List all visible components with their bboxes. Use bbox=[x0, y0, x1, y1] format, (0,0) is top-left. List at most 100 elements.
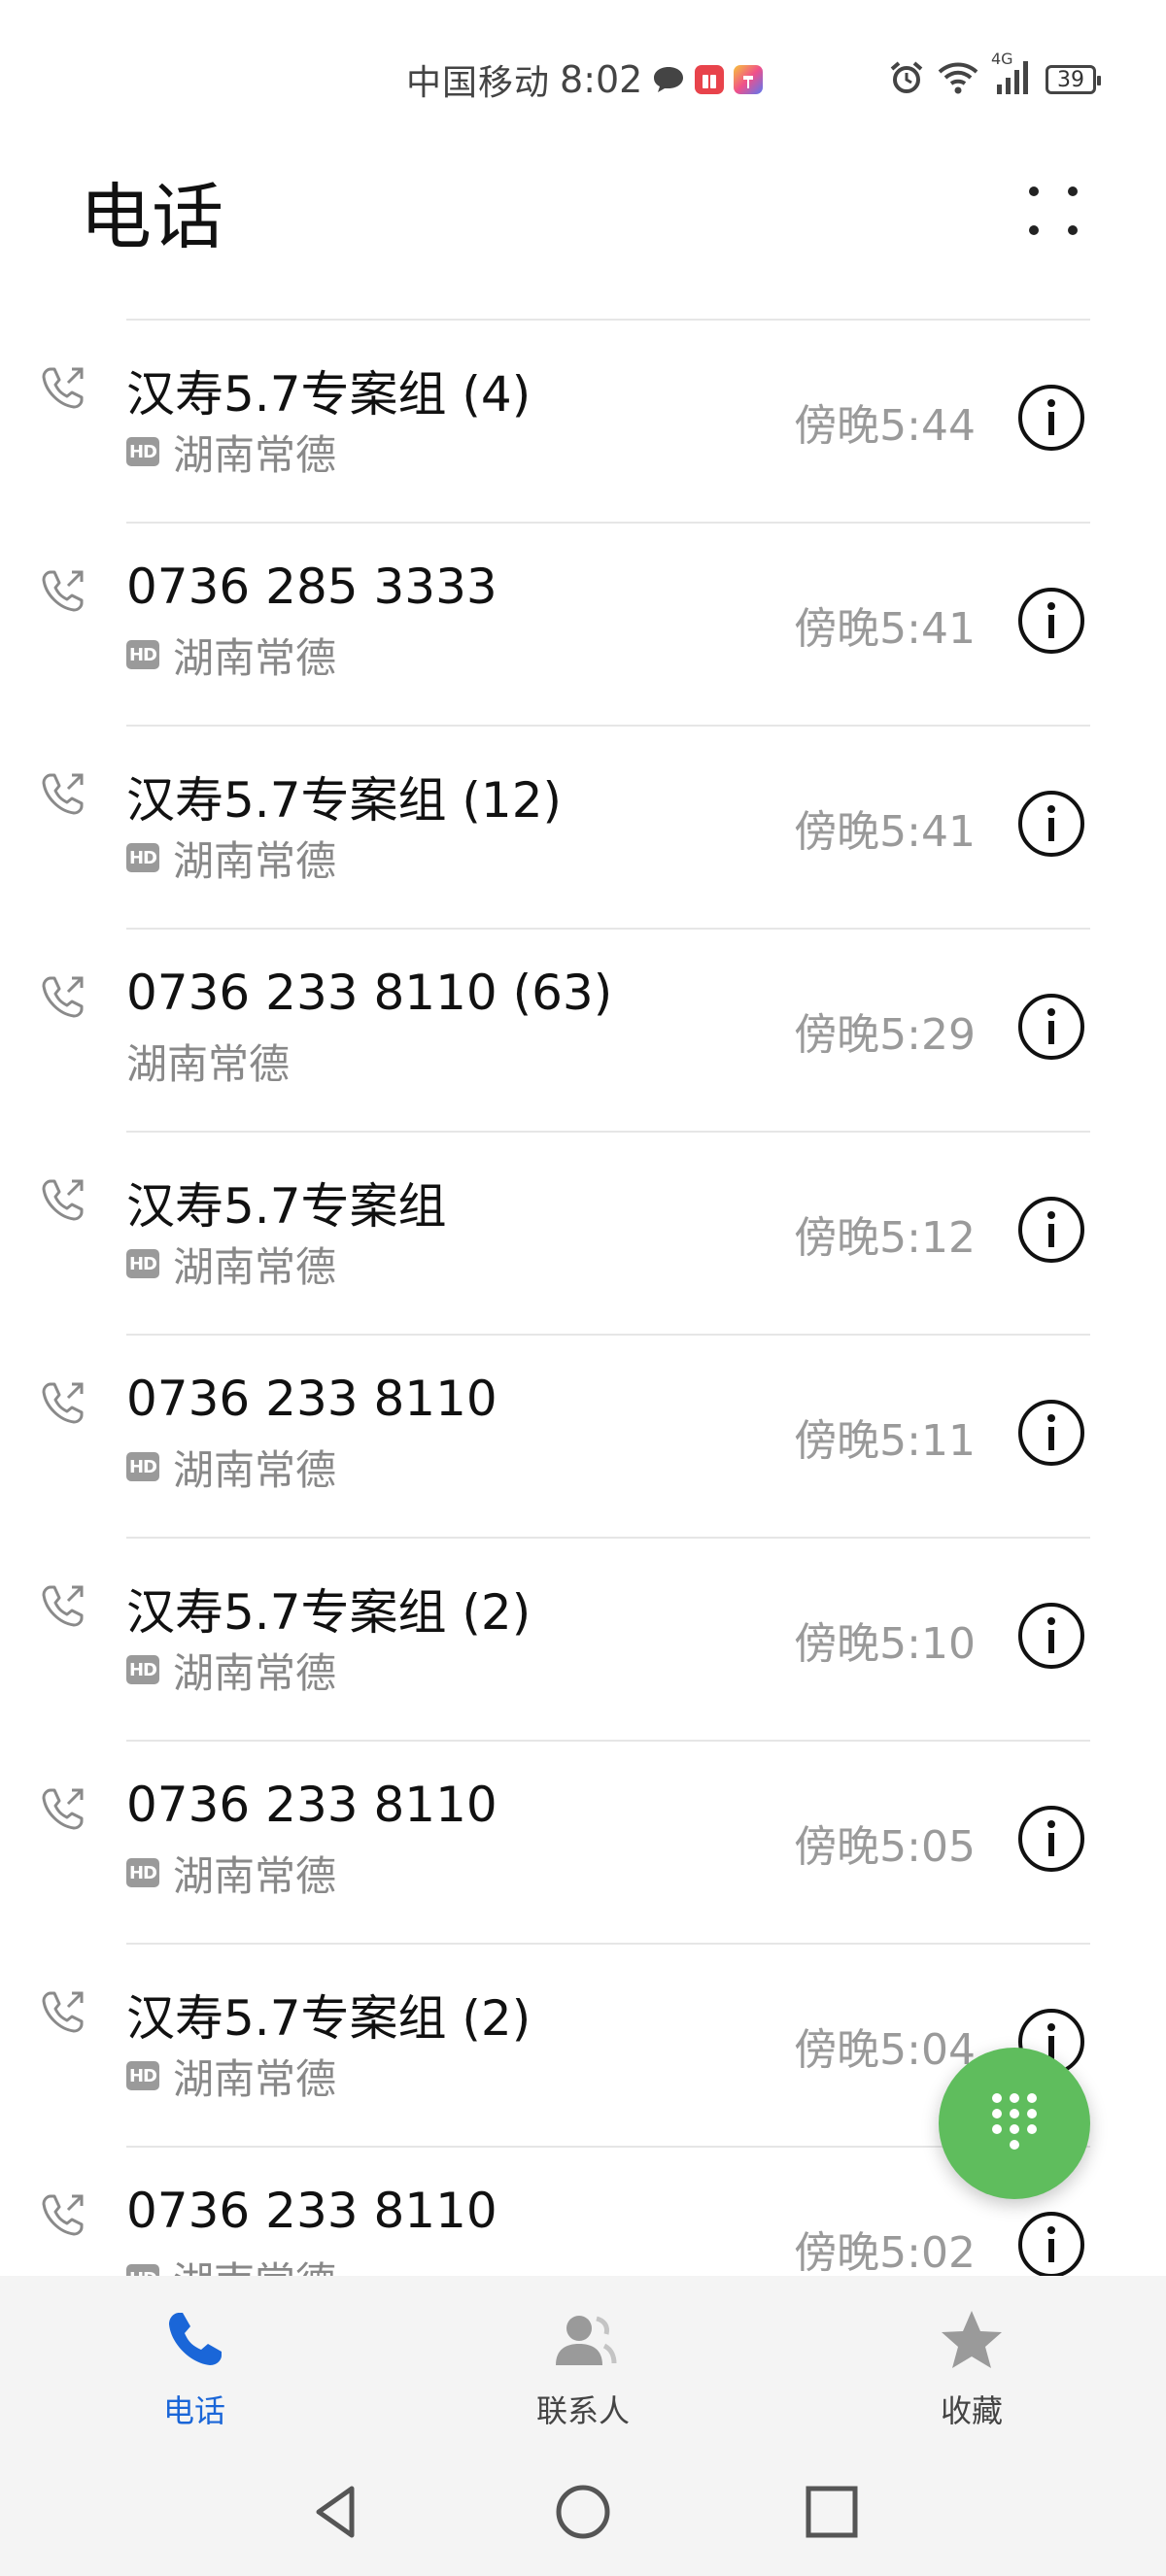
red-app-icon bbox=[695, 65, 725, 94]
call-log-row[interactable]: 0736 233 8110 HD 湖南常德 傍晚5:05 bbox=[0, 1740, 1166, 1943]
call-subtitle: HD湖南常德 bbox=[126, 1239, 336, 1291]
call-log-row[interactable]: 0736 233 8110 HD 湖南常德 傍晚5:11 bbox=[0, 1334, 1166, 1537]
back-icon[interactable] bbox=[301, 2477, 371, 2547]
hd-badge: HD bbox=[126, 1655, 159, 1684]
star-icon bbox=[942, 2311, 1002, 2368]
call-contact-name: 0736 233 8110 (63) bbox=[126, 965, 613, 1021]
outgoing-call-icon bbox=[39, 769, 87, 818]
hd-badge: HD bbox=[126, 1452, 159, 1481]
network-type: 4G bbox=[991, 50, 1013, 68]
call-contact-name: 汉寿5.7专案组 bbox=[126, 1178, 447, 1235]
call-location: 湖南常德 bbox=[173, 1242, 337, 1291]
call-subtitle: HD湖南常德 bbox=[126, 630, 336, 682]
call-subtitle: HD 湖南常德 bbox=[126, 1442, 336, 1494]
info-icon[interactable] bbox=[1016, 383, 1086, 453]
call-time: 傍晚5:04 bbox=[794, 2025, 976, 2075]
call-log-row[interactable]: 0736 233 8110 (63) 湖南常德 傍晚5:29 bbox=[0, 928, 1166, 1131]
row-divider bbox=[126, 319, 1090, 321]
call-location: 湖南常德 bbox=[173, 836, 337, 885]
hd-badge: HD bbox=[126, 1858, 159, 1887]
alarm-icon bbox=[888, 59, 925, 100]
call-location: 湖南常德 bbox=[126, 1039, 291, 1088]
call-location: 湖南常德 bbox=[173, 1445, 337, 1494]
status-time: 8:02 bbox=[560, 58, 643, 101]
call-time: 傍晚5:11 bbox=[794, 1416, 976, 1466]
tab-phone-label: 电话 bbox=[162, 2392, 225, 2429]
info-icon[interactable] bbox=[1016, 789, 1086, 859]
colorful-app-icon bbox=[734, 65, 764, 94]
call-time: 傍晚5:41 bbox=[794, 807, 976, 857]
call-log-row[interactable]: 汉寿5.7专案组 HD 湖南常德 傍晚5:12 bbox=[0, 1131, 1166, 1334]
call-log-row[interactable]: 汉寿5.7专案组 (4) HD 湖南常德 傍晚5:44 bbox=[0, 319, 1166, 522]
system-navigation-bar bbox=[0, 2450, 1166, 2576]
outgoing-call-icon bbox=[39, 1784, 87, 1833]
page-title: 电话 bbox=[80, 176, 223, 259]
call-contact-name: 0736 233 8110 bbox=[126, 1371, 497, 1427]
row-divider bbox=[126, 1131, 1090, 1133]
call-contact-name: 汉寿5.7专案组 (4) bbox=[126, 366, 532, 423]
call-log-row[interactable]: 汉寿5.7专案组 (2) HD 湖南常德 傍晚5:10 bbox=[0, 1537, 1166, 1740]
tab-favorites-label: 收藏 bbox=[940, 2392, 1003, 2429]
hd-badge: HD bbox=[126, 2264, 159, 2276]
call-location: 湖南常德 bbox=[173, 430, 337, 479]
call-contact-name: 0736 285 3333 bbox=[126, 559, 497, 615]
tab-favorites[interactable]: 收藏 bbox=[874, 2305, 1069, 2431]
row-divider bbox=[126, 1334, 1090, 1336]
status-bar: 中国移动 8:02 4G 39 bbox=[0, 0, 1166, 155]
call-time: 傍晚5:02 bbox=[794, 2228, 976, 2276]
call-subtitle: HD 湖南常德 bbox=[126, 1848, 336, 1900]
call-time: 傍晚5:41 bbox=[794, 604, 976, 654]
outgoing-call-icon bbox=[39, 972, 87, 1021]
call-contact-name: 0736 233 8110 bbox=[126, 2183, 497, 2239]
call-log-row[interactable]: 0736 285 3333 HD 湖南常德 傍晚5:41 bbox=[0, 522, 1166, 725]
carrier-name: 中国移动 bbox=[406, 63, 551, 103]
battery-level: 39 bbox=[1057, 67, 1084, 92]
home-icon[interactable] bbox=[548, 2477, 618, 2547]
row-divider bbox=[126, 1943, 1090, 1945]
call-location: 湖南常德 bbox=[173, 2250, 336, 2277]
hd-badge: HD bbox=[126, 2061, 159, 2090]
tab-phone[interactable]: 电话 bbox=[97, 2305, 292, 2431]
call-time: 傍晚5:05 bbox=[794, 1822, 976, 1872]
battery-icon: 39 bbox=[1046, 65, 1101, 94]
call-contact-name: 汉寿5.7专案组 (12) bbox=[126, 772, 563, 829]
bottom-navigation: 电话 联系人 收藏 bbox=[0, 2276, 1166, 2450]
call-time: 傍晚5:10 bbox=[794, 1619, 976, 1669]
dialpad-icon bbox=[992, 2093, 1037, 2150]
recents-icon[interactable] bbox=[797, 2477, 867, 2547]
signal-icon: 4G bbox=[991, 50, 1034, 100]
info-icon[interactable] bbox=[1016, 1601, 1086, 1671]
outgoing-call-icon bbox=[39, 363, 87, 412]
info-icon[interactable] bbox=[1016, 586, 1086, 656]
call-contact-name: 汉寿5.7专案组 (2) bbox=[126, 1990, 532, 2047]
info-icon[interactable] bbox=[1016, 1804, 1086, 1874]
call-location: 湖南常德 bbox=[173, 1648, 337, 1697]
wifi-icon bbox=[937, 60, 979, 99]
row-divider bbox=[126, 1740, 1090, 1742]
info-icon[interactable] bbox=[1016, 992, 1086, 1062]
more-icon[interactable] bbox=[1014, 175, 1092, 253]
row-divider bbox=[126, 522, 1090, 524]
message-icon bbox=[652, 66, 685, 93]
info-icon[interactable] bbox=[1016, 2210, 1086, 2276]
outgoing-call-icon bbox=[39, 1378, 87, 1427]
call-log-list[interactable]: 汉寿5.7专案组 (4) HD 湖南常德 傍晚5:44 0736 285 3333 HD 湖… bbox=[0, 319, 1166, 2276]
call-subtitle: HD湖南常德 bbox=[126, 2254, 336, 2276]
call-subtitle: 湖南常德 bbox=[126, 1036, 290, 1088]
hd-badge: HD bbox=[126, 437, 159, 466]
info-icon[interactable] bbox=[1016, 1398, 1086, 1468]
outgoing-call-icon bbox=[39, 1581, 87, 1630]
call-time: 傍晚5:12 bbox=[794, 1213, 976, 1263]
row-divider bbox=[126, 928, 1090, 930]
call-location: 湖南常德 bbox=[173, 1851, 337, 1900]
call-location: 湖南常德 bbox=[173, 633, 337, 682]
dialpad-button[interactable] bbox=[939, 2048, 1090, 2199]
info-icon[interactable] bbox=[1016, 1195, 1086, 1265]
call-log-row[interactable]: 汉寿5.7专案组 (12) HD 湖南常德 傍晚5:41 bbox=[0, 725, 1166, 928]
tab-contacts[interactable]: 联系人 bbox=[486, 2305, 680, 2431]
hd-badge: HD bbox=[126, 843, 159, 872]
call-subtitle: HD湖南常德 bbox=[126, 2051, 336, 2103]
call-time: 傍晚5:29 bbox=[794, 1010, 976, 1060]
outgoing-call-icon bbox=[39, 1987, 87, 2036]
call-subtitle: HD 湖南常德 bbox=[126, 1645, 336, 1697]
